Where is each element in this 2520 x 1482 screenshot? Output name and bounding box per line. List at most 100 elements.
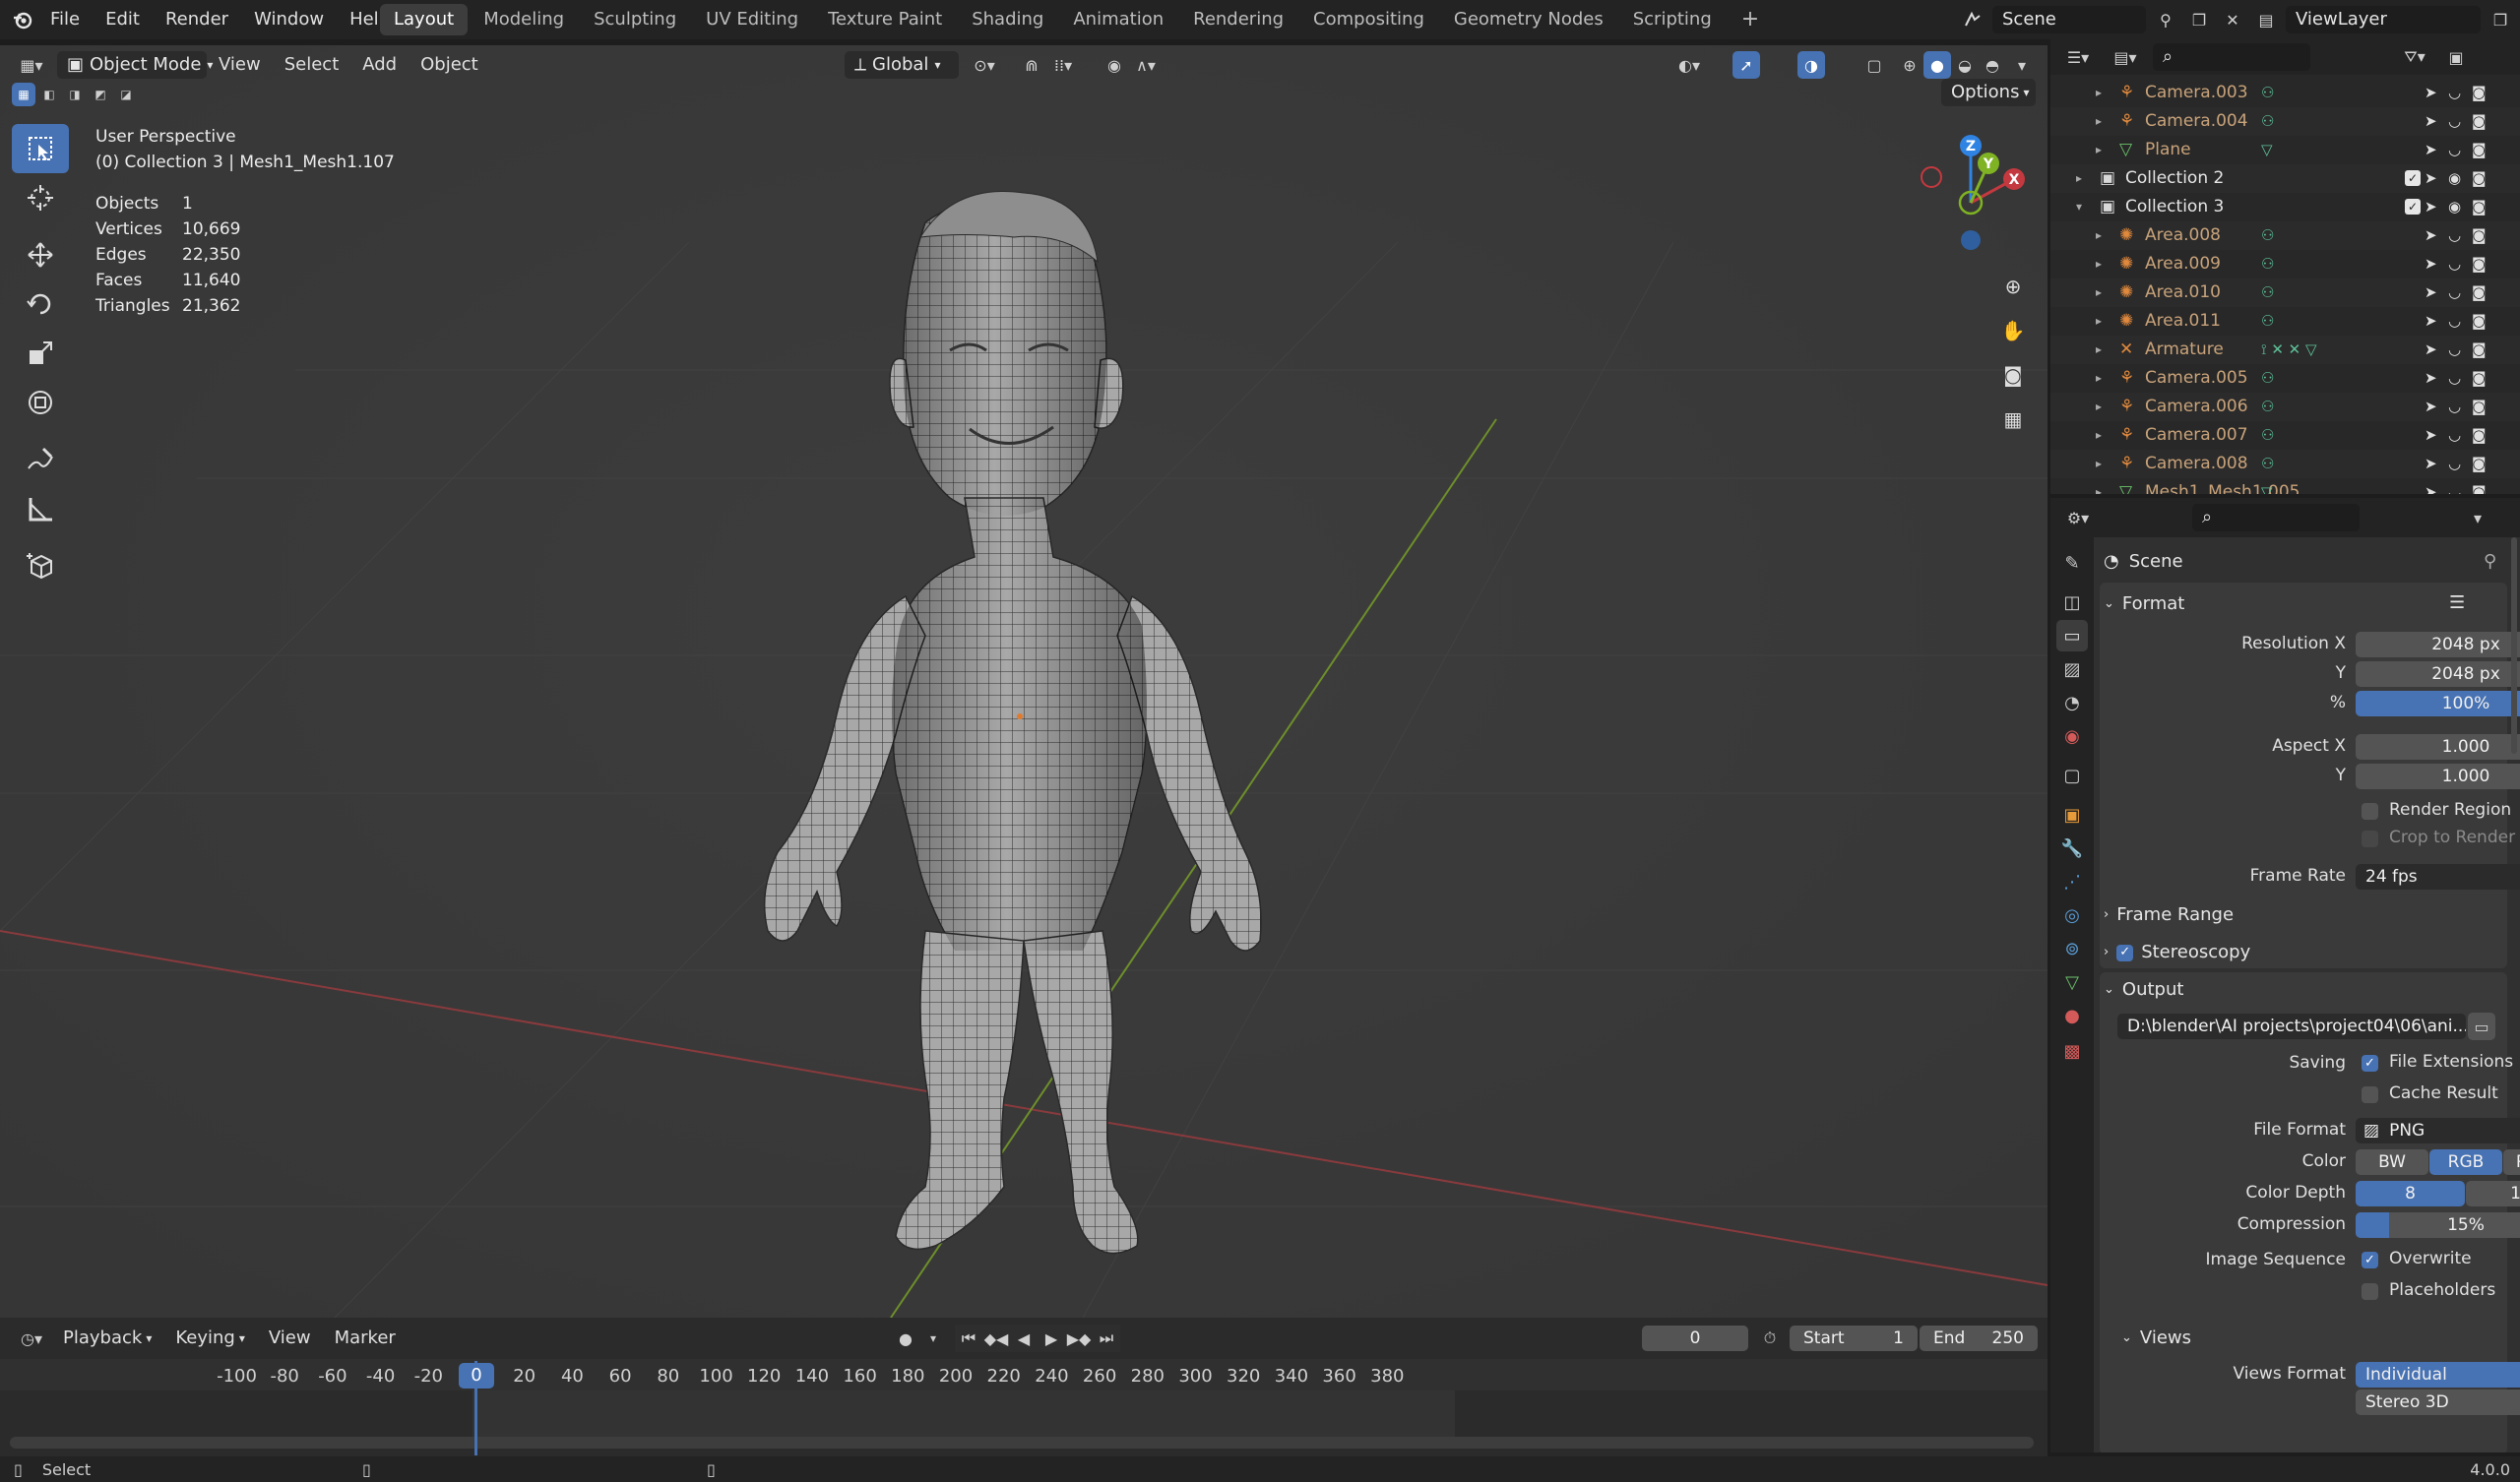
- tool-scale-icon[interactable]: [12, 329, 69, 378]
- navigation-gizmo[interactable]: Z X Y: [1910, 128, 2038, 256]
- expand-toggle-icon[interactable]: ▸: [2096, 79, 2102, 107]
- hide-eye-icon[interactable]: ◉: [2448, 193, 2461, 221]
- tool-transform-icon[interactable]: [12, 378, 69, 427]
- next-keyframe-icon[interactable]: ▶◆: [1065, 1325, 1093, 1352]
- resolution-y-field[interactable]: 2048 px: [2356, 661, 2520, 687]
- overlays-icon[interactable]: ◑: [1797, 51, 1825, 79]
- editor-type-icon[interactable]: ☰▾: [2058, 43, 2098, 71]
- object-data-icon[interactable]: ⚇: [2261, 278, 2274, 307]
- output-header[interactable]: ⌄ Output: [2104, 974, 2497, 1006]
- transform-orientation[interactable]: ⟂ Global ▾: [845, 51, 959, 79]
- scene-selector[interactable]: Scene: [1992, 6, 2146, 33]
- resolution-x-field[interactable]: 2048 px: [2356, 632, 2520, 657]
- editor-type-icon[interactable]: ▦▾: [12, 51, 51, 79]
- expand-toggle-icon[interactable]: ▸: [2096, 107, 2102, 136]
- material-shading-icon[interactable]: ◒: [1951, 51, 1979, 79]
- depth-16-option[interactable]: 16: [2466, 1181, 2520, 1206]
- expand-toggle-icon[interactable]: ▸: [2096, 478, 2102, 494]
- tool-annotate-icon[interactable]: [12, 435, 69, 484]
- physics-tab-icon[interactable]: ◎: [2056, 899, 2088, 931]
- render-camera-icon[interactable]: ◙: [2472, 250, 2487, 278]
- pan-hand-icon[interactable]: ✋: [1994, 312, 2032, 349]
- filter-icon[interactable]: ⛛▾: [2395, 43, 2434, 71]
- tab-layout[interactable]: Layout: [380, 4, 469, 35]
- outliner-search-input[interactable]: ⌕: [2153, 43, 2310, 71]
- select-arrow-icon[interactable]: ➤: [2425, 107, 2437, 136]
- aspect-x-field[interactable]: 1.000: [2356, 734, 2520, 760]
- proportional-edit-icon[interactable]: ◉: [1101, 51, 1128, 79]
- frame-rate-select[interactable]: 24 fps ▾: [2356, 864, 2520, 890]
- outliner-row[interactable]: ▸ ✕ Armature ⟟ ✕ ✕ ▽ ➤ ◡ ◙: [2050, 336, 2520, 364]
- menu-render[interactable]: Render: [153, 0, 241, 39]
- hide-eye-icon[interactable]: ◡: [2448, 393, 2461, 421]
- new-view-layer-icon[interactable]: ❐: [2487, 6, 2514, 33]
- menu-window[interactable]: Window: [241, 0, 337, 39]
- color-rgba-option[interactable]: RGBA: [2503, 1149, 2520, 1175]
- expand-toggle-icon[interactable]: ▸: [2096, 136, 2102, 164]
- wireframe-shading-icon[interactable]: ⊕: [1896, 51, 1923, 79]
- menu-object[interactable]: Object: [409, 47, 490, 83]
- menu-playback[interactable]: Playback ▾: [51, 1321, 163, 1356]
- outliner-row[interactable]: ▸ ⚘ Camera.003 ⚇ ➤ ◡ ◙: [2050, 79, 2520, 107]
- falloff-icon[interactable]: ∧▾: [1132, 51, 1160, 79]
- resolution-pct-field[interactable]: 100%: [2356, 691, 2520, 716]
- constraints-tab-icon[interactable]: ⊚: [2056, 933, 2088, 964]
- output-path-input[interactable]: D:\blender\AI projects\project04\06\ani.…: [2117, 1014, 2466, 1039]
- render-camera-icon[interactable]: ◙: [2472, 336, 2487, 364]
- render-camera-icon[interactable]: ◙: [2472, 221, 2487, 250]
- options-chevron-icon[interactable]: ▾: [2464, 504, 2491, 531]
- object-tab-icon[interactable]: ▣: [2056, 799, 2088, 831]
- render-region-checkbox[interactable]: [2362, 803, 2378, 820]
- pivot-icon[interactable]: ⊙▾: [971, 51, 998, 79]
- xray-icon[interactable]: ▢: [1860, 51, 1888, 79]
- tab-uv-editing[interactable]: UV Editing: [692, 4, 812, 35]
- object-data-icon[interactable]: ⚇: [2261, 421, 2274, 450]
- tool-move-icon[interactable]: [12, 230, 69, 279]
- render-camera-icon[interactable]: ◙: [2472, 107, 2487, 136]
- expand-toggle-icon[interactable]: ▸: [2096, 336, 2102, 364]
- pin-icon[interactable]: ⚲: [2484, 551, 2496, 572]
- playhead-marker[interactable]: 0: [459, 1363, 494, 1389]
- hide-eye-icon[interactable]: ◡: [2448, 107, 2461, 136]
- menu-view[interactable]: View: [207, 47, 273, 83]
- play-icon[interactable]: ▶: [1038, 1325, 1065, 1352]
- select-arrow-icon[interactable]: ➤: [2425, 478, 2437, 494]
- render-camera-icon[interactable]: ◙: [2472, 307, 2487, 336]
- select-arrow-icon[interactable]: ➤: [2425, 307, 2437, 336]
- view-layer-selector[interactable]: ViewLayer: [2286, 6, 2481, 33]
- views-header[interactable]: ⌄ Views: [2121, 1323, 2515, 1354]
- shading-options-icon[interactable]: ▾: [2008, 51, 2036, 79]
- object-data-icon[interactable]: ⟟ ✕ ✕ ▽: [2261, 336, 2317, 364]
- color-rgb-option[interactable]: RGB: [2429, 1149, 2502, 1175]
- 3d-viewport[interactable]: ▦▾ ▣ Object Mode ▾ View Select Add Objec…: [0, 45, 2048, 1318]
- object-data-icon[interactable]: ⚇: [2261, 107, 2274, 136]
- outliner-row[interactable]: ▸ ✺ Area.010 ⚇ ➤ ◡ ◙: [2050, 278, 2520, 307]
- scene-tab-icon[interactable]: ◔: [2056, 687, 2088, 718]
- view-layer-tab-icon[interactable]: ▨: [2056, 653, 2088, 685]
- select-arrow-icon[interactable]: ➤: [2425, 450, 2437, 478]
- color-bw-option[interactable]: BW: [2356, 1149, 2428, 1175]
- object-data-icon[interactable]: ⚇: [2261, 393, 2274, 421]
- overwrite-checkbox[interactable]: ✓: [2362, 1252, 2378, 1268]
- expand-toggle-icon[interactable]: ▾: [2076, 193, 2082, 221]
- stereoscopy-checkbox[interactable]: ✓: [2116, 944, 2134, 961]
- record-icon[interactable]: ●: [892, 1325, 919, 1352]
- hide-eye-icon[interactable]: ◡: [2448, 278, 2461, 307]
- render-camera-icon[interactable]: ◙: [2472, 364, 2487, 393]
- outliner-row[interactable]: ▸ ▣ Collection 2 ✓ ➤ ◉ ◙: [2050, 164, 2520, 193]
- tool-measure-icon[interactable]: [12, 484, 69, 533]
- views-stereo-option[interactable]: Stereo 3D: [2356, 1389, 2520, 1415]
- tool-cursor-icon[interactable]: [12, 173, 69, 222]
- render-camera-icon[interactable]: ◙: [2472, 164, 2487, 193]
- aspect-y-field[interactable]: 1.000: [2356, 764, 2520, 789]
- current-frame-field[interactable]: 0: [1642, 1326, 1748, 1351]
- rendered-shading-icon[interactable]: ◓: [1979, 51, 2006, 79]
- select-arrow-icon[interactable]: ➤: [2425, 364, 2437, 393]
- jump-start-icon[interactable]: ⏮: [955, 1325, 982, 1352]
- menu-select[interactable]: Select: [273, 47, 351, 83]
- hide-eye-icon[interactable]: ◡: [2448, 136, 2461, 164]
- particles-tab-icon[interactable]: ⋰: [2056, 866, 2088, 897]
- prev-keyframe-icon[interactable]: ◆◀: [982, 1325, 1010, 1352]
- expand-toggle-icon[interactable]: ▸: [2096, 450, 2102, 478]
- select-invert-icon[interactable]: ◩: [89, 83, 112, 106]
